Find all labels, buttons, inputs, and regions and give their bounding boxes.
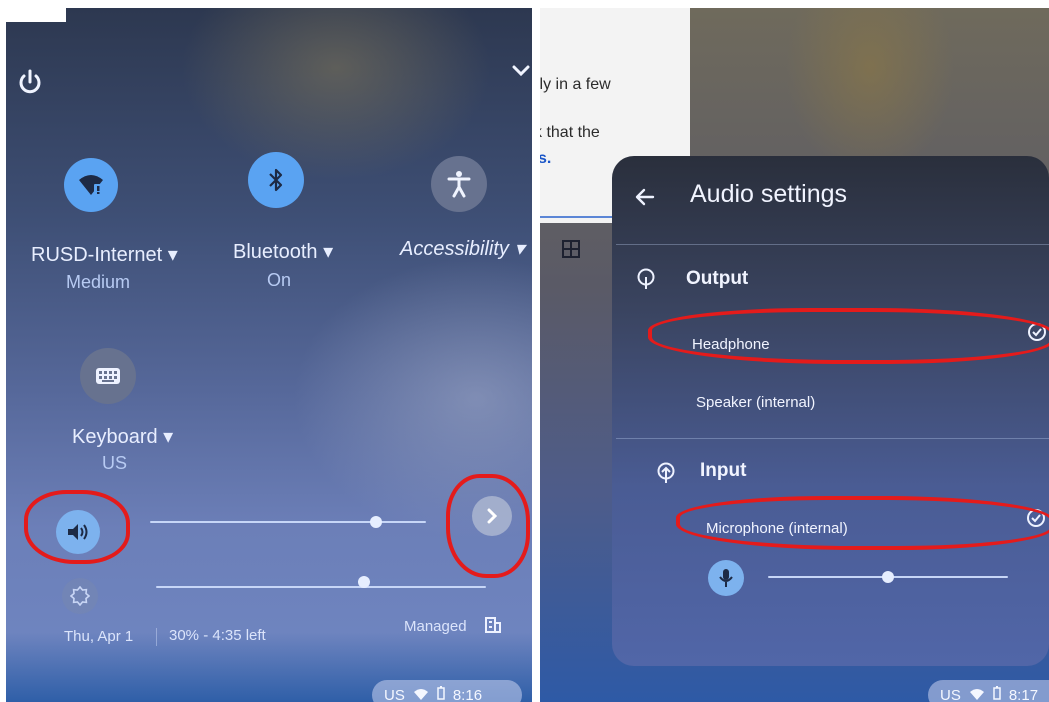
background-window-edge: [6, 8, 66, 22]
tray-wifi-icon: [413, 687, 429, 702]
battery-label: 30% - 4:35 left: [169, 627, 266, 644]
wifi-alert-icon: [79, 175, 103, 195]
annotation-circle-volume: [24, 490, 130, 564]
keyboard-label[interactable]: Keyboard ▾: [72, 424, 173, 449]
bluetooth-label[interactable]: Bluetooth ▾: [233, 239, 333, 264]
bluetooth-status: On: [267, 270, 292, 290]
footer-divider: [156, 628, 157, 646]
audio-settings-card: Audio settings Output Headphone Speaker …: [612, 156, 1049, 666]
managed-building-icon: [484, 616, 502, 639]
brightness-slider-thumb[interactable]: [357, 576, 370, 588]
audio-settings-photo: lly in a few k that the s. Audio setting…: [540, 8, 1049, 702]
volume-slider-track: [150, 521, 426, 523]
doc-line-2: k that the: [540, 124, 600, 141]
accessibility-toggle[interactable]: [431, 156, 487, 212]
tray-time: 8:17: [1008, 686, 1039, 702]
brightness-slider-track: [156, 586, 486, 588]
collapse-button[interactable]: [512, 64, 530, 83]
output-header: Output: [686, 268, 749, 289]
bluetooth-toggle[interactable]: [248, 152, 304, 208]
accessibility-label[interactable]: Accessibility ▾: [400, 236, 525, 261]
annotation-circle-audio-settings: [446, 474, 530, 578]
grid-icon: [562, 240, 580, 263]
brightness-button: [62, 578, 98, 614]
arrow-left-icon: [635, 188, 655, 206]
volume-slider-thumb[interactable]: [370, 516, 383, 528]
keyboard-status: US: [102, 453, 128, 473]
doc-line-1: lly in a few: [540, 76, 611, 93]
annotation-circle-microphone: [676, 496, 1049, 550]
chevron-down-icon: [512, 65, 530, 77]
network-status: Medium: [66, 272, 131, 292]
output-icon: [636, 268, 656, 295]
input-header: Input: [700, 460, 747, 481]
tray-locale: US: [940, 686, 961, 702]
mic-slider-thumb[interactable]: [882, 571, 894, 583]
tray-locale: US: [384, 686, 405, 702]
network-toggle[interactable]: [64, 158, 118, 212]
tray-battery-icon: [993, 686, 1001, 702]
annotation-circle-headphone: [648, 308, 1049, 364]
tray-battery-icon: [437, 686, 445, 702]
accessibility-icon: [447, 171, 471, 198]
power-icon: [19, 69, 41, 94]
tray-time: 8:16: [452, 686, 483, 702]
status-tray[interactable]: US 8:17: [928, 680, 1049, 702]
panel-title: Audio settings: [690, 180, 848, 208]
doc-line-3: s.: [540, 150, 552, 167]
status-tray[interactable]: US 8:16: [372, 680, 522, 702]
bluetooth-icon: [269, 168, 283, 192]
microphone-icon: [719, 569, 733, 587]
back-button[interactable]: [628, 180, 662, 214]
managed-label[interactable]: Managed: [404, 618, 467, 635]
input-icon: [656, 462, 676, 489]
keyboard-icon: [96, 368, 120, 384]
keyboard-toggle[interactable]: [80, 348, 136, 404]
section-divider: [616, 438, 1049, 439]
network-label[interactable]: RUSD-Internet ▾: [31, 242, 178, 267]
quick-settings-photo: RUSD-Internet ▾ Medium Bluetooth ▾ On Ac…: [6, 8, 532, 702]
header-divider: [616, 244, 1049, 245]
output-item-speaker[interactable]: Speaker (internal): [696, 394, 815, 411]
doc-divider: [540, 216, 612, 218]
date-label: Thu, Apr 1: [64, 628, 134, 645]
microphone-mute-button[interactable]: [708, 560, 744, 596]
power-button[interactable]: [12, 64, 48, 100]
brightness-icon: [70, 586, 90, 606]
tray-wifi-icon: [969, 687, 985, 702]
